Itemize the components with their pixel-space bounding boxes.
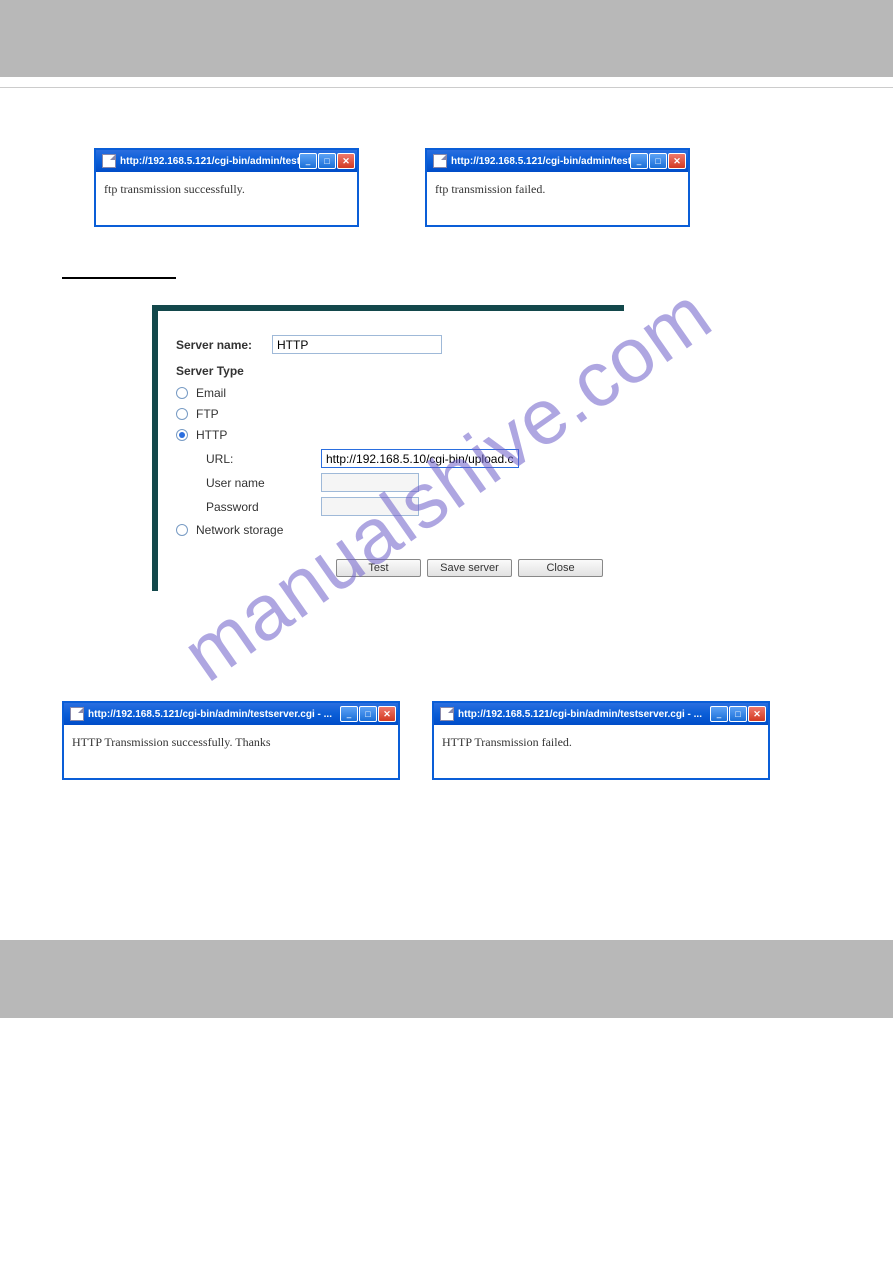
maximize-button[interactable]: □ [649,153,667,169]
maximize-button[interactable]: □ [318,153,336,169]
server-type-label: Server Type [176,364,606,378]
window-title: http://192.168.5.121/cgi-bin/admin/tests… [451,156,630,167]
password-row: Password [206,497,606,516]
username-row: User name [206,473,606,492]
maximize-button[interactable]: □ [359,706,377,722]
window-title: http://192.168.5.121/cgi-bin/admin/tests… [88,709,340,720]
minimize-button[interactable]: _ [710,706,728,722]
minimize-button[interactable]: _ [299,153,317,169]
url-input[interactable] [321,449,519,468]
popup-body-text: ftp transmission failed. [427,172,688,225]
window-title: http://192.168.5.121/cgi-bin/admin/tests… [120,156,299,167]
http-popup-row: http://192.168.5.121/cgi-bin/admin/tests… [62,701,831,780]
popup-body-text: HTTP Transmission failed. [434,725,768,778]
page-icon [102,154,116,168]
http-fail-popup: http://192.168.5.121/cgi-bin/admin/tests… [432,701,770,780]
radio-network-storage[interactable]: Network storage [176,523,606,537]
config-button-row: Test Save server Close [336,559,606,577]
radio-email[interactable]: Email [176,386,606,400]
minimize-button[interactable]: _ [340,706,358,722]
username-input[interactable] [321,473,419,492]
radio-label: HTTP [196,428,227,442]
ftp-popup-row: http://192.168.5.121/cgi-bin/admin/tests… [94,148,831,227]
radio-http[interactable]: HTTP [176,428,606,442]
footer-bar [0,940,893,1018]
password-input[interactable] [321,497,419,516]
close-button[interactable]: ✕ [337,153,355,169]
titlebar[interactable]: http://192.168.5.121/cgi-bin/admin/tests… [434,703,768,725]
radio-label: FTP [196,407,219,421]
popup-body-text: HTTP Transmission successfully. Thanks [64,725,398,778]
popup-body-text: ftp transmission successfully. [96,172,357,225]
close-button[interactable]: Close [518,559,603,577]
page-icon [433,154,447,168]
titlebar[interactable]: http://192.168.5.121/cgi-bin/admin/tests… [96,150,357,172]
titlebar[interactable]: http://192.168.5.121/cgi-bin/admin/tests… [427,150,688,172]
radio-ftp[interactable]: FTP [176,407,606,421]
window-buttons: _ □ ✕ [299,153,355,169]
close-button[interactable]: ✕ [748,706,766,722]
server-config-panel: Server name: Server Type Email FTP HTTP … [152,305,624,591]
save-server-button[interactable]: Save server [427,559,512,577]
password-label: Password [206,500,321,514]
server-name-input[interactable] [272,335,442,354]
server-name-label: Server name: [176,338,272,352]
header-bar [0,0,893,77]
radio-icon [176,387,188,399]
radio-icon [176,429,188,441]
server-name-row: Server name: [176,335,606,354]
radio-label: Email [196,386,226,400]
minimize-button[interactable]: _ [630,153,648,169]
maximize-button[interactable]: □ [729,706,747,722]
radio-icon [176,408,188,420]
page-icon [70,707,84,721]
radio-icon [176,524,188,536]
window-buttons: _ □ ✕ [710,706,766,722]
ftp-success-popup: http://192.168.5.121/cgi-bin/admin/tests… [94,148,359,227]
http-success-popup: http://192.168.5.121/cgi-bin/admin/tests… [62,701,400,780]
titlebar[interactable]: http://192.168.5.121/cgi-bin/admin/tests… [64,703,398,725]
window-title: http://192.168.5.121/cgi-bin/admin/tests… [458,709,710,720]
close-button[interactable]: ✕ [668,153,686,169]
window-buttons: _ □ ✕ [630,153,686,169]
section-underline [62,277,176,279]
test-button[interactable]: Test [336,559,421,577]
url-row: URL: [206,449,606,468]
window-buttons: _ □ ✕ [340,706,396,722]
page-content: manualshive.com http://192.168.5.121/cgi… [0,88,893,880]
url-label: URL: [206,452,321,466]
page-icon [440,707,454,721]
username-label: User name [206,476,321,490]
close-button[interactable]: ✕ [378,706,396,722]
radio-label: Network storage [196,523,283,537]
ftp-fail-popup: http://192.168.5.121/cgi-bin/admin/tests… [425,148,690,227]
